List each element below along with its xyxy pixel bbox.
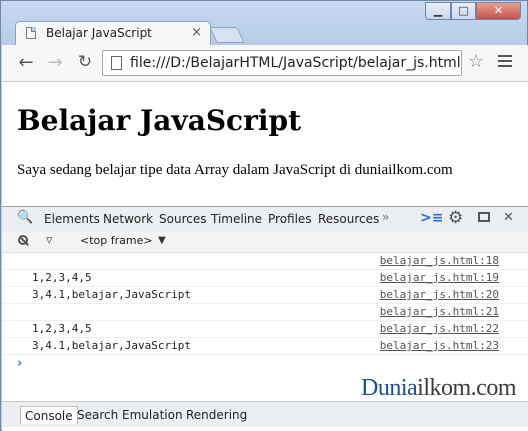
devtools-tab-bar: 🔍 Elements Network Sources Timeline Prof… xyxy=(2,206,528,232)
console-output: belajar_js.html:18 1,2,3,4,5 belajar_js.… xyxy=(2,253,528,355)
forward-arrow-icon[interactable]: → xyxy=(44,52,66,73)
tab-network[interactable]: Network xyxy=(103,212,153,226)
frame-select-arrow-icon[interactable]: ▼ xyxy=(158,235,166,246)
drawer-tab-emulation[interactable]: Emulation xyxy=(118,406,187,424)
frame-select[interactable]: <top frame> xyxy=(80,234,153,247)
close-devtools-icon[interactable]: ✕ xyxy=(503,210,514,225)
page-heading: Belajar JavaScript xyxy=(17,104,302,137)
console-message: 1,2,3,4,5 xyxy=(32,271,92,284)
page-icon xyxy=(26,27,36,39)
drawer-tab-rendering[interactable]: Rendering xyxy=(182,406,251,424)
console-message: 3,4.1,belajar,JavaScript xyxy=(32,288,191,301)
console-message: 3,4.1,belajar,JavaScript xyxy=(32,339,191,352)
devtools-panel: 🔍 Elements Network Sources Timeline Prof… xyxy=(2,206,528,431)
tab-title: Belajar JavaScript xyxy=(46,26,152,40)
drawer-tab-search[interactable]: Search xyxy=(73,406,122,424)
tab-elements[interactable]: Elements xyxy=(44,212,100,226)
console-toolbar: ▿ <top frame> ▼ xyxy=(2,231,528,253)
tab-sources[interactable]: Sources xyxy=(159,212,206,226)
watermark-part2: ilkom.com xyxy=(417,375,516,401)
console-source-link[interactable]: belajar_js.html:21 xyxy=(380,305,499,318)
show-drawer-icon[interactable]: >≡ xyxy=(420,210,443,226)
bookmark-star-icon[interactable]: ☆ xyxy=(468,51,484,72)
drawer-tab-console[interactable]: Console xyxy=(20,406,78,424)
page-paragraph: Saya sedang belajar tipe data Array dala… xyxy=(17,162,453,178)
back-arrow-icon[interactable]: ← xyxy=(15,52,37,73)
minimize-button[interactable]: ▁ xyxy=(425,2,451,20)
menu-icon[interactable] xyxy=(498,55,512,70)
inspect-search-icon[interactable]: 🔍 xyxy=(17,210,33,225)
tab-close-icon[interactable]: × xyxy=(191,25,202,40)
close-window-button[interactable]: ✕ xyxy=(476,2,521,20)
new-tab-button[interactable] xyxy=(209,27,245,43)
console-row: belajar_js.html:21 xyxy=(2,304,528,321)
maximize-button[interactable]: □ xyxy=(451,2,476,20)
dock-side-icon[interactable] xyxy=(478,212,490,222)
console-row: belajar_js.html:18 xyxy=(2,253,528,270)
drawer-tab-bar: Console Search Emulation Rendering xyxy=(2,401,528,427)
file-icon xyxy=(111,56,122,70)
more-tabs-chevron-icon[interactable]: » xyxy=(382,210,389,224)
clear-console-icon[interactable] xyxy=(18,235,28,245)
browser-toolbar: ← → ↻ file:///D:/BelajarHTML/JavaScript/… xyxy=(2,45,528,82)
browser-tab[interactable]: Belajar JavaScript × xyxy=(15,21,211,46)
browser-window: Belajar JavaScript × ▁ □ ✕ ← → ↻ file://… xyxy=(0,0,528,431)
console-source-link[interactable]: belajar_js.html:23 xyxy=(380,339,499,352)
console-row: 1,2,3,4,5 belajar_js.html:22 xyxy=(2,321,528,338)
console-row: 3,4.1,belajar,JavaScript belajar_js.html… xyxy=(2,287,528,304)
page-viewport: Belajar JavaScript Saya sedang belajar t… xyxy=(2,82,528,206)
console-source-link[interactable]: belajar_js.html:22 xyxy=(380,322,499,335)
tab-resources[interactable]: Resources xyxy=(318,212,379,226)
url-text[interactable]: file:///D:/BelajarHTML/JavaScript/belaja… xyxy=(130,55,461,71)
watermark-part1: Dunia xyxy=(361,375,418,401)
console-prompt[interactable]: › xyxy=(17,356,22,371)
reload-icon[interactable]: ↻ xyxy=(74,52,96,72)
tab-profiles[interactable]: Profiles xyxy=(268,212,312,226)
title-bar: Belajar JavaScript × ▁ □ ✕ xyxy=(1,1,527,46)
console-message: 1,2,3,4,5 xyxy=(32,322,92,335)
console-row: 3,4.1,belajar,JavaScript belajar_js.html… xyxy=(2,338,528,355)
watermark-logo: Duniailkom.com xyxy=(361,375,516,402)
filter-icon[interactable]: ▿ xyxy=(46,233,53,248)
tab-timeline[interactable]: Timeline xyxy=(211,212,262,226)
gear-icon[interactable]: ⚙ xyxy=(448,208,463,228)
address-bar[interactable]: file:///D:/BelajarHTML/JavaScript/belaja… xyxy=(102,50,462,76)
console-source-link[interactable]: belajar_js.html:18 xyxy=(380,254,499,267)
console-row: 1,2,3,4,5 belajar_js.html:19 xyxy=(2,270,528,287)
console-source-link[interactable]: belajar_js.html:19 xyxy=(380,271,499,284)
console-source-link[interactable]: belajar_js.html:20 xyxy=(380,288,499,301)
